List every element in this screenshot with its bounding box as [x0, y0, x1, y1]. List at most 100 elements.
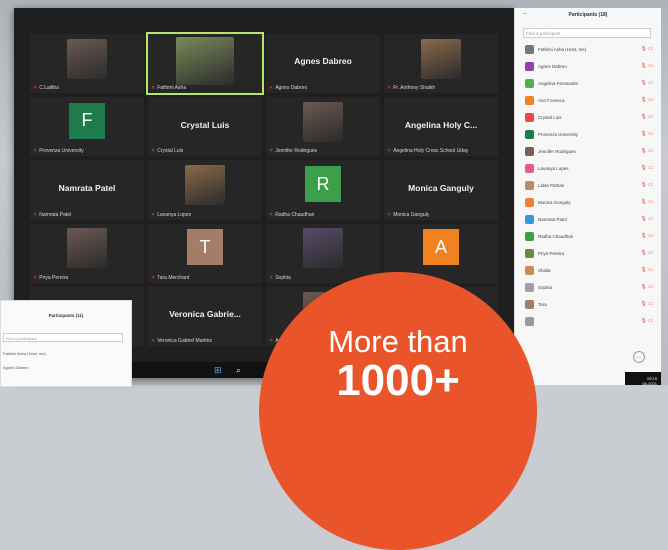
participant-row[interactable]: Lalita Pathak 🎙 ▭ [523, 180, 653, 192]
participant-row[interactable]: Jennifer Rodrigues 🎙 ▭ [523, 146, 653, 158]
video-tile[interactable]: ✕ Priya Pereira [30, 223, 144, 283]
avatar [525, 232, 534, 241]
tile-name-text: Provenza University [39, 148, 84, 155]
mic-camera-icons: 🎙 ▭ [640, 148, 653, 154]
inset-participant-row[interactable]: Fathimi Asha (Host, me) [3, 351, 46, 356]
tile-name-text: C.Lalitha [39, 85, 59, 92]
participant-row[interactable]: Monica Ganguly 🎙 ▭ [523, 197, 653, 209]
tile-name-text: Jennifer Rodrigues [275, 148, 318, 155]
video-tile[interactable]: Namrata Patel ✕ Namrata Patel [30, 160, 144, 220]
tile-name-label: ✕ Crystal Luis [151, 148, 183, 154]
participant-row[interactable]: Ann Fonseca 🎙 ▭ [523, 95, 653, 107]
participant-video [67, 228, 107, 269]
video-tile[interactable]: Agnes Dabreo ✕ Agnes Dabreo [266, 34, 380, 94]
mic-camera-icons: 🎙 ▭ [640, 233, 653, 239]
tile-name-label: ✕ Fr. Anthony Shaikh [387, 85, 435, 91]
tile-name-label: ✕ Tara Merchant [151, 275, 189, 281]
video-tile[interactable]: Angelina Holy C... ✕ Angelina Holy Cross S… [384, 97, 498, 157]
avatar [525, 283, 534, 292]
promo-badge: More than 1000+ [259, 272, 537, 550]
video-tile[interactable]: ✕ C.Lalitha [30, 34, 144, 94]
mic-camera-icons: 🎙 ▭ [640, 80, 653, 86]
participant-name: Shaila [538, 268, 551, 273]
participant-row[interactable]: Fathimi Asha (Host, me) 🎙 ▭ [523, 44, 653, 56]
participant-name: Ann Fonseca [538, 98, 565, 103]
tile-name-text: Monica Ganguly [393, 211, 430, 218]
participant-row[interactable]: Provenza University 🎙 ▭ [523, 129, 653, 141]
mic-camera-icons: 🎙 ▭ [640, 114, 653, 120]
avatar [525, 113, 534, 122]
inset-search-input[interactable]: Find a participant [3, 333, 123, 342]
tile-name-text: Crystal Luis [157, 148, 184, 155]
participant-row[interactable]: Tara 🎙 ▭ [523, 299, 653, 311]
tile-name-text: Angelina Holy Cross School Uday [393, 148, 469, 155]
participant-row[interactable]: 🎙 ▭ [523, 316, 653, 328]
muted-mic-icon: ✕ [387, 211, 392, 218]
muted-mic-icon: ✕ [387, 85, 392, 92]
participant-search-input[interactable]: Find a participant [523, 28, 651, 38]
participant-row[interactable]: Angelina Fernandes 🎙 ▭ [523, 78, 653, 90]
participant-row[interactable]: Sophia 🎙 ▭ [523, 282, 653, 294]
tile-name-label: ✕ C.Lalitha [33, 85, 59, 91]
tile-name-label: ✕ Jennifer Rodrigues [269, 148, 317, 154]
inset-participants-panel: Participants (11) Find a participant Fat… [0, 300, 132, 387]
participant-row[interactable]: Lavanya Lopes 🎙 ▭ [523, 163, 653, 175]
muted-mic-icon: ✕ [269, 274, 274, 281]
participant-video [67, 38, 107, 79]
mic-camera-icons: 🎙 ▭ [640, 250, 653, 256]
more-options-icon[interactable]: … [633, 351, 645, 363]
promo-line-1: More than [328, 324, 468, 359]
avatar [525, 130, 534, 139]
muted-mic-icon: ✕ [269, 148, 274, 155]
mic-camera-icons: 🎙 ▭ [640, 182, 653, 188]
muted-mic-icon: ✕ [151, 85, 156, 92]
video-tile[interactable]: ✕ Sophia [266, 223, 380, 283]
video-tile[interactable]: ✕ Lavanya Lopes [148, 160, 262, 220]
video-tile[interactable]: T ✕ Tara Merchant [148, 223, 262, 283]
participant-name: Tara [538, 302, 547, 307]
avatar [525, 164, 534, 173]
video-tile[interactable]: ✕ Fr. Anthony Shaikh [384, 34, 498, 94]
video-tile[interactable]: Veronica Gabrie... ✕ Veronica Gabriel Mart… [148, 286, 262, 346]
participant-row[interactable]: Namrata Patel 🎙 ▭ [523, 214, 653, 226]
tile-name-text: Agnes Dabreo [275, 85, 308, 92]
participant-row[interactable]: Radha Chaudhari 🎙 ▭ [523, 231, 653, 243]
tile-name-label: ✕ Veronica Gabriel Martins [151, 338, 212, 344]
participant-video [303, 102, 343, 143]
muted-mic-icon: ✕ [33, 274, 38, 281]
tile-name-label: ✕ Fathimi Asha [151, 85, 186, 91]
avatar [525, 147, 534, 156]
participant-row[interactable]: Shaila 🎙 ▭ [523, 265, 653, 277]
windows-start-icon[interactable]: ⊞ [214, 365, 224, 375]
participant-display-name: Veronica Gabrie... [169, 309, 241, 320]
participant-row[interactable]: Priya Pereira 🎙 ▭ [523, 248, 653, 260]
video-tile[interactable]: Monica Ganguly ✕ Monica Ganguly [384, 160, 498, 220]
tile-name-text: Fr. Anthony Shaikh [393, 85, 436, 92]
tile-name-text: Lavanya Lopes [157, 211, 192, 218]
video-tile[interactable]: Crystal Luis ✕ Crystal Luis [148, 97, 262, 157]
participant-display-name: Agnes Dabreo [294, 56, 352, 67]
participant-name: Provenza University [538, 132, 579, 137]
participant-name: Priya Pereira [538, 251, 565, 256]
video-tile[interactable]: ✕ Jennifer Rodrigues [266, 97, 380, 157]
video-tile[interactable]: ✕ Fathimi Asha [146, 31, 264, 96]
muted-mic-icon: ✕ [387, 148, 392, 155]
video-tile[interactable]: F ✕ Provenza University [30, 97, 144, 157]
participant-row[interactable]: Agnes Dabreo 🎙 ▭ [523, 61, 653, 73]
participant-name: Lalita Pathak [538, 183, 565, 188]
search-icon[interactable]: ⌕ [236, 365, 246, 375]
clock-date: 08-2021 [642, 381, 657, 386]
avatar [525, 249, 534, 258]
inset-participant-row[interactable]: Agnes Dabreo [3, 365, 29, 370]
tile-name-label: ✕ Angelina Holy Cross School Uday [387, 148, 468, 154]
avatar [525, 198, 534, 207]
participant-row[interactable]: Crystal Luis 🎙 ▭ [523, 112, 653, 124]
mic-camera-icons: 🎙 ▭ [640, 267, 653, 273]
video-tile[interactable]: R ✕ Radha Chaudhari [266, 160, 380, 220]
muted-mic-icon: ✕ [151, 148, 156, 155]
tile-name-label: ✕ Provenza University [33, 148, 84, 154]
tile-name-text: Fathimi Asha [157, 85, 187, 92]
participant-name: Lavanya Lopes [538, 166, 569, 171]
tile-name-label: ✕ Sophia [269, 275, 291, 281]
muted-mic-icon: ✕ [33, 211, 38, 218]
